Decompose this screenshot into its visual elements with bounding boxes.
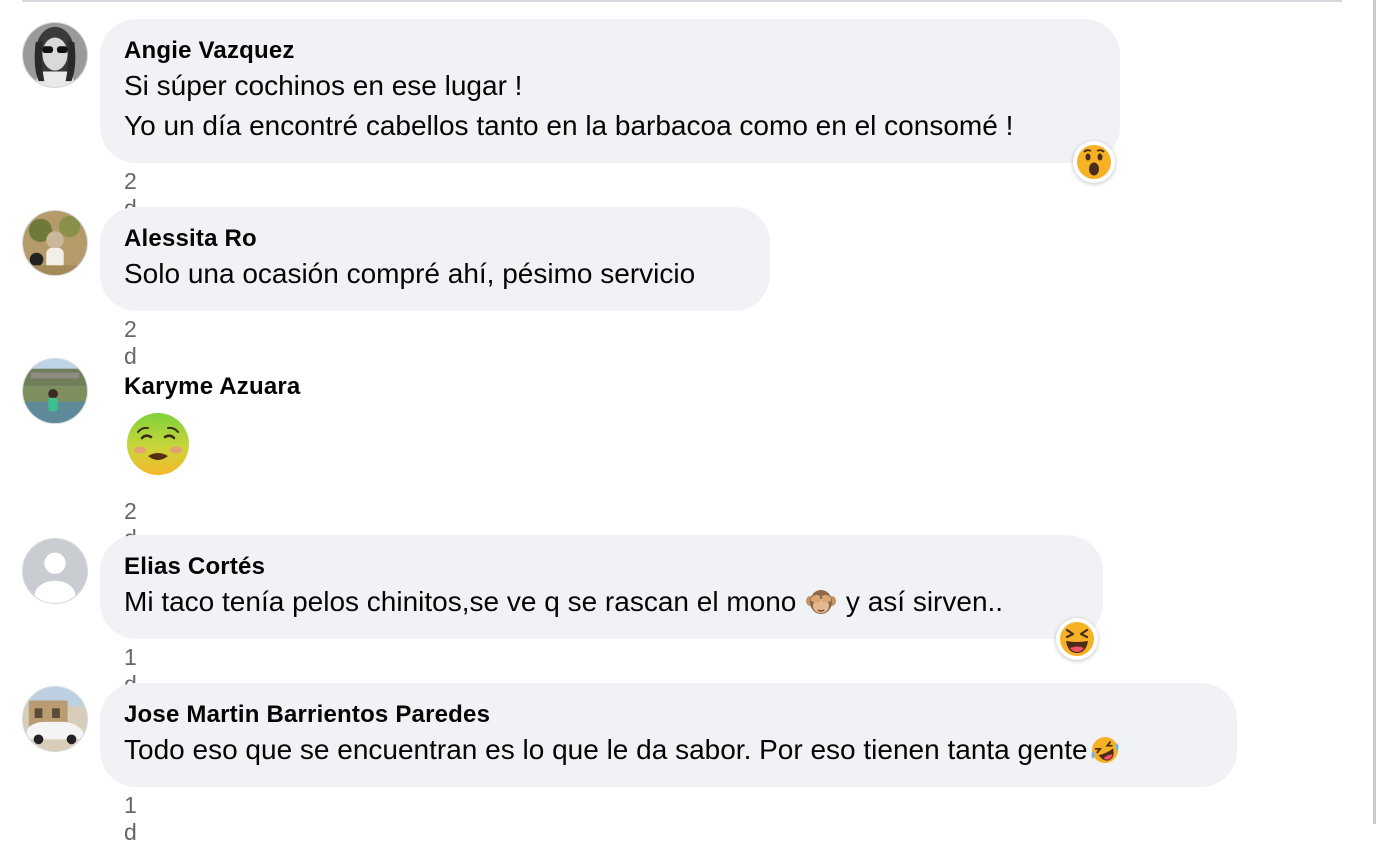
comment-author[interactable]: Alessita Ro (124, 224, 746, 254)
comment-author[interactable]: Angie Vazquez (124, 36, 1096, 66)
comment-bubble: Angie Vazquez Si súper cochinos en ese l… (100, 19, 1120, 163)
comment-text-part: y así sirven.. (838, 586, 1004, 617)
avatar[interactable] (22, 358, 88, 424)
wow-reaction-icon[interactable] (1073, 141, 1115, 183)
comment-author[interactable]: Elias Cortés (124, 552, 1079, 582)
haha-reaction-icon[interactable] (1056, 618, 1098, 660)
comment-text: Yo un día encontré cabellos tanto en la … (124, 110, 1014, 141)
top-divider (22, 0, 1342, 2)
avatar[interactable] (22, 210, 88, 276)
nauseated-face-emoji (126, 412, 190, 476)
comment-text: Mi taco tenía pelos chinitos,se ve q se … (124, 582, 1079, 622)
comment-author[interactable]: Jose Martin Barrientos Paredes (124, 700, 1213, 730)
comment-text: Si súper cochinos en ese lugar ! (124, 70, 523, 101)
avatar[interactable] (22, 22, 88, 88)
comment-text-part: Mi taco tenía pelos chinitos,se ve q se … (124, 586, 805, 617)
comment-bubble: Elias Cortés Mi taco tenía pelos chinito… (100, 535, 1103, 639)
comment-text: Todo eso que se encuentran es lo que le … (124, 730, 1213, 770)
rolling-laughing-emoji (1090, 735, 1120, 765)
comment-author[interactable]: Karyme Azuara (124, 372, 376, 402)
avatar[interactable] (22, 538, 88, 604)
comment-text-part: Todo eso que se encuentran es lo que le … (124, 734, 1088, 765)
comment-bubble: Karyme Azuara (100, 355, 400, 485)
comment-bubble: Alessita Ro Solo una ocasión compré ahí,… (100, 207, 770, 311)
comment-text: Solo una ocasión compré ahí, pésimo serv… (124, 258, 696, 289)
see-no-evil-monkey-emoji (806, 587, 837, 617)
comment-timestamp[interactable]: 1 d (124, 792, 138, 846)
avatar[interactable] (22, 686, 88, 752)
comment-bubble: Jose Martin Barrientos Paredes Todo eso … (100, 683, 1237, 787)
